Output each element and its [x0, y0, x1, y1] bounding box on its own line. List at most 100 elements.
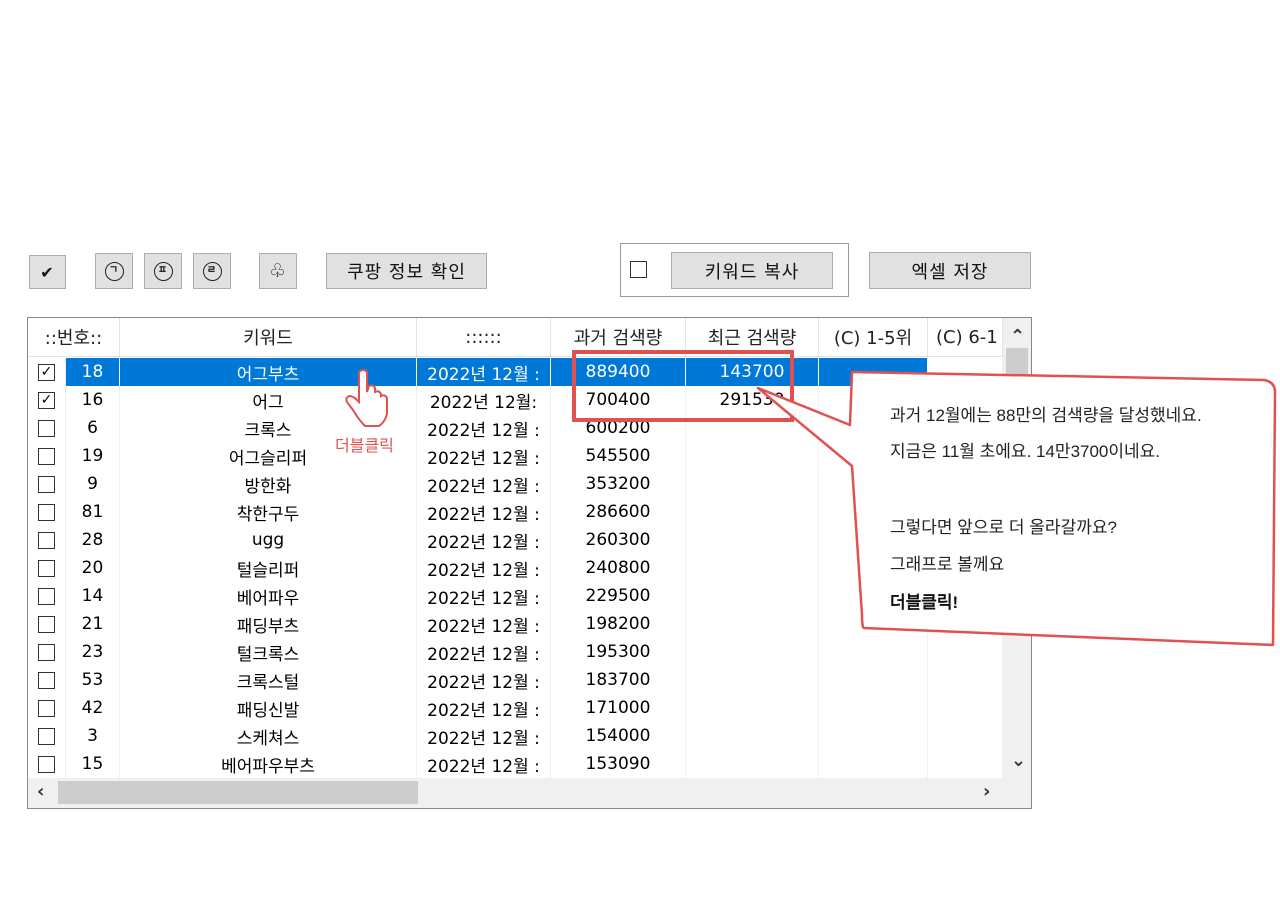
table-row[interactable]: 23 털크록스 2022년 12월 :195300 — [28, 638, 1003, 666]
row-keyword[interactable]: 털슬리퍼 — [120, 554, 417, 582]
row-date[interactable]: 2022년 12월 : — [417, 610, 551, 638]
row-past-volume[interactable]: 545500 — [551, 442, 686, 470]
row-recent-volume[interactable] — [686, 526, 819, 554]
row-date[interactable]: 2022년 12월 : — [417, 470, 551, 498]
row-keyword[interactable]: 어그 — [120, 386, 417, 414]
row-past-volume[interactable]: 198200 — [551, 610, 686, 638]
col-header-date[interactable]: :::::: — [417, 318, 551, 356]
row-c-6-1[interactable] — [928, 750, 1003, 778]
row-recent-volume[interactable] — [686, 638, 819, 666]
table-row[interactable]: 15 베어파우부츠 2022년 12월 :153090 — [28, 750, 1003, 778]
row-c-1-5[interactable] — [819, 694, 928, 722]
col-header-recent-volume[interactable]: 최근 검색량 — [686, 318, 819, 356]
row-recent-volume[interactable] — [686, 694, 819, 722]
row-date[interactable]: 2022년 12월 : — [417, 498, 551, 526]
keyword-copy-checkbox[interactable] — [630, 261, 647, 278]
checkbox[interactable] — [38, 671, 55, 689]
table-row[interactable]: 3 스케쳐스 2022년 12월 :154000 — [28, 722, 1003, 750]
row-date[interactable]: 2022년 12월 : — [417, 414, 551, 442]
row-c-6-1[interactable] — [928, 638, 1003, 666]
row-number[interactable]: 19 — [66, 442, 120, 470]
table-row[interactable]: 42 패딩신발 2022년 12월 :171000 — [28, 694, 1003, 722]
row-past-volume[interactable]: 154000 — [551, 722, 686, 750]
filter-g-button[interactable]: ㄱ — [95, 253, 133, 289]
checkbox[interactable] — [38, 587, 55, 605]
check-all-button[interactable]: ✔ — [29, 255, 66, 289]
row-keyword[interactable]: 크록스털 — [120, 666, 417, 694]
checkbox[interactable] — [38, 559, 55, 577]
scroll-thumb-horizontal[interactable] — [58, 781, 418, 804]
row-recent-volume[interactable] — [686, 470, 819, 498]
row-past-volume[interactable]: 195300 — [551, 638, 686, 666]
scroll-right-icon[interactable]: › — [983, 781, 990, 802]
scroll-down-icon[interactable]: ⌄ — [1011, 750, 1026, 771]
col-header-number[interactable]: ::번호:: — [28, 318, 120, 356]
row-recent-volume[interactable] — [686, 722, 819, 750]
row-c-6-1[interactable] — [928, 722, 1003, 750]
table-row[interactable]: 19 어그슬리퍼 2022년 12월 :545500 — [28, 442, 1003, 470]
row-number[interactable]: 16 — [66, 386, 120, 414]
row-date[interactable]: 2022년 12월: — [417, 386, 551, 414]
checkbox[interactable] — [38, 755, 55, 773]
keyword-copy-button[interactable]: 키워드 복사 — [671, 252, 833, 289]
checkbox[interactable] — [38, 475, 55, 493]
row-recent-volume[interactable] — [686, 750, 819, 778]
row-recent-volume[interactable]: 143700 — [686, 358, 819, 386]
row-number[interactable]: 81 — [66, 498, 120, 526]
checkbox[interactable] — [38, 615, 55, 633]
row-recent-volume[interactable]: 291530 — [686, 386, 819, 414]
row-c-1-5[interactable] — [819, 610, 928, 638]
row-past-volume[interactable]: 600200 — [551, 414, 686, 442]
table-row[interactable]: 28 ugg 2022년 12월 :260300 — [28, 526, 1003, 554]
col-header-c-6-1[interactable]: (C) 6-1 — [928, 318, 1003, 356]
table-row[interactable]: 53 크록스털 2022년 12월 :183700 — [28, 666, 1003, 694]
row-date[interactable]: 2022년 12월 : — [417, 638, 551, 666]
table-row[interactable]: 81 착한구두 2022년 12월 :286600 — [28, 498, 1003, 526]
row-date[interactable]: 2022년 12월 : — [417, 694, 551, 722]
table-row[interactable]: ✓ 18 어그부츠 2022년 12월 :889400 143700 — [28, 358, 1003, 386]
col-header-keyword[interactable]: 키워드 — [120, 318, 417, 356]
row-number[interactable]: 23 — [66, 638, 120, 666]
row-number[interactable]: 28 — [66, 526, 120, 554]
checked-checkbox[interactable]: ✓ — [38, 391, 55, 409]
row-past-volume[interactable]: 240800 — [551, 554, 686, 582]
row-number[interactable]: 42 — [66, 694, 120, 722]
row-number[interactable]: 53 — [66, 666, 120, 694]
row-number[interactable]: 21 — [66, 610, 120, 638]
row-c-1-5[interactable] — [819, 358, 928, 386]
row-date[interactable]: 2022년 12월 : — [417, 750, 551, 778]
row-number[interactable]: 18 — [66, 358, 120, 386]
coupang-info-button[interactable]: 쿠팡 정보 확인 — [326, 253, 487, 289]
row-keyword[interactable]: 베어파우부츠 — [120, 750, 417, 778]
row-date[interactable]: 2022년 12월 : — [417, 666, 551, 694]
keyword-table[interactable]: ::번호:: 키워드 :::::: 과거 검색량 최근 검색량 (C) 1-5위… — [27, 317, 1032, 809]
row-recent-volume[interactable] — [686, 414, 819, 442]
row-recent-volume[interactable] — [686, 498, 819, 526]
row-recent-volume[interactable] — [686, 582, 819, 610]
row-recent-volume[interactable] — [686, 442, 819, 470]
row-recent-volume[interactable] — [686, 666, 819, 694]
table-row[interactable]: 14 베어파우 2022년 12월 :229500 — [28, 582, 1003, 610]
row-keyword[interactable]: 털크록스 — [120, 638, 417, 666]
row-keyword[interactable]: ugg — [120, 526, 417, 554]
row-date[interactable]: 2022년 12월 : — [417, 442, 551, 470]
row-keyword[interactable]: 착한구두 — [120, 498, 417, 526]
row-past-volume[interactable]: 171000 — [551, 694, 686, 722]
table-row[interactable]: 9 방한화 2022년 12월 :353200 — [28, 470, 1003, 498]
table-row[interactable]: ✓ 16 어그 2022년 12월: 700400 291530 — [28, 386, 1003, 414]
checkbox[interactable] — [38, 531, 55, 549]
row-past-volume[interactable]: 229500 — [551, 582, 686, 610]
row-keyword[interactable]: 어그부츠 — [120, 358, 417, 386]
row-date[interactable]: 2022년 12월 : — [417, 358, 551, 386]
vertical-scrollbar[interactable]: ⌃ ⌄ — [1003, 318, 1031, 779]
row-c-6-1[interactable] — [928, 470, 1003, 498]
checkbox[interactable] — [38, 727, 55, 745]
clover-button[interactable]: ♧ — [259, 253, 297, 289]
row-keyword[interactable]: 베어파우 — [120, 582, 417, 610]
row-number[interactable]: 14 — [66, 582, 120, 610]
filter-p-button[interactable]: ㅍ — [144, 253, 182, 289]
row-c-1-5[interactable] — [819, 638, 928, 666]
row-c-6-1[interactable] — [928, 610, 1003, 638]
row-keyword[interactable]: 패딩부츠 — [120, 610, 417, 638]
checkbox[interactable] — [38, 503, 55, 521]
